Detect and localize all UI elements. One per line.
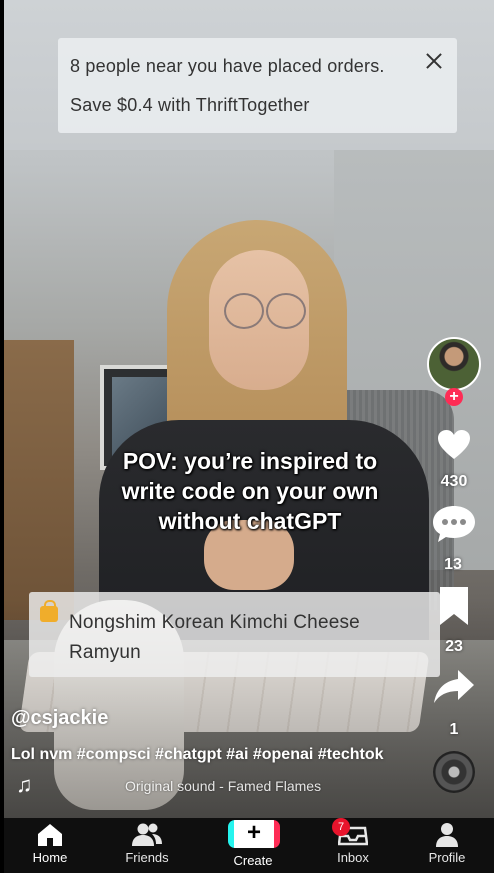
home-icon [38,824,62,846]
friends-icon [132,823,162,846]
follow-button[interactable]: + [445,388,463,406]
app-screen: 8 people near you have placed orders. Sa… [0,0,494,873]
video-description[interactable]: Lol nvm #compsci #chatgpt #ai #openai #t… [11,746,384,764]
nav-friends[interactable]: Friends [102,818,192,873]
close-icon[interactable] [421,48,447,74]
caption-line-2: write code on your own [121,478,379,504]
music-note-icon: ♫ [16,772,33,797]
product-title: Nongshim Korean Kimchi Cheese Ramyun [69,612,360,663]
heart-icon[interactable] [437,429,471,461]
nav-home-label: Home [32,850,68,865]
video-glasses-left [224,293,264,329]
create-plus: + [246,819,261,846]
sound-name[interactable]: Original sound - Famed Flames [125,778,321,794]
creator-avatar[interactable] [427,337,481,391]
sound-disc-icon[interactable] [433,751,475,793]
nav-inbox-label: Inbox [337,850,369,865]
caption-line-3: without chatGPT [158,508,342,534]
profile-icon [436,823,458,847]
notification-line-1: 8 people near you have placed orders. [70,56,385,76]
shopping-bag-icon [40,600,58,622]
comment-count: 13 [444,556,462,573]
bookmark-icon[interactable] [438,585,470,627]
like-count: 430 [440,473,468,490]
nav-profile[interactable]: Profile [402,818,492,873]
nav-profile-label: Profile [428,850,466,865]
video-caption: POV: you’re inspired to write code on yo… [100,446,400,536]
create-button[interactable]: + [228,819,280,848]
nav-friends-label: Friends [125,850,169,865]
video-door [4,340,74,620]
product-card[interactable]: Nongshim Korean Kimchi Cheese Ramyun [29,592,440,677]
share-count: 1 [449,721,459,738]
promo-notification[interactable]: 8 people near you have placed orders. Sa… [58,38,457,133]
notification-line-2: Save $0.4 with ThriftTogether [70,95,310,115]
inbox-badge: 7 [332,818,350,836]
nav-inbox[interactable]: Inbox [308,818,398,873]
bottom-nav: Home Friends + Create Inbox 7 Profile [4,818,494,873]
video-glasses-right [266,293,306,329]
comment-icon[interactable] [431,504,477,544]
caption-line-1: POV: you’re inspired to [122,448,378,474]
creator-username[interactable]: @csjackie [11,707,108,730]
nav-home[interactable]: Home [5,818,95,873]
nav-create-label: Create [233,853,273,868]
